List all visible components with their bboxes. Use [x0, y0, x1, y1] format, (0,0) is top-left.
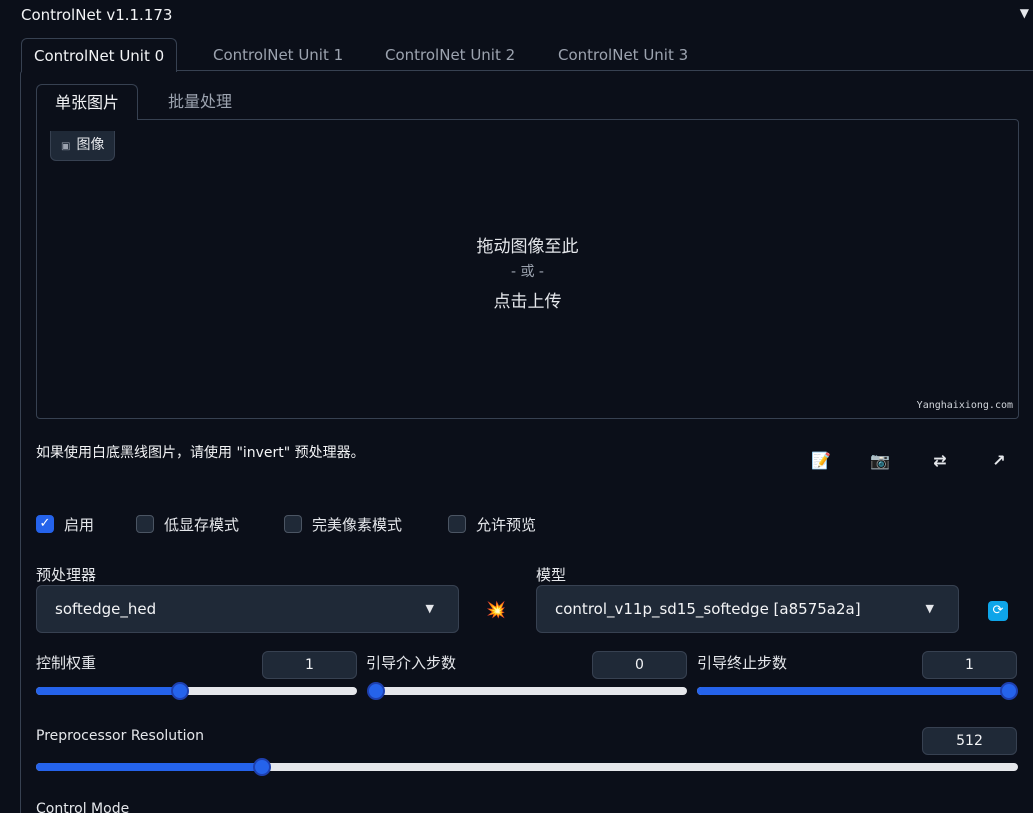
camera-icon[interactable]: 📷	[869, 450, 891, 472]
tab-single-image[interactable]: 单张图片	[36, 84, 139, 120]
checkbox-box[interactable]	[448, 515, 466, 533]
run-preprocessor-icon[interactable]: 💥	[486, 600, 506, 619]
tab-unit-3[interactable]: ControlNet Unit 3	[546, 38, 700, 72]
guidance-start-slider[interactable]	[367, 682, 687, 700]
guidance-end-label: 引导终止步数	[697, 654, 788, 672]
weight-slider[interactable]	[36, 682, 357, 700]
model-select[interactable]: control_v11p_sd15_softedge [a8575a2a] ▼	[536, 585, 959, 633]
guidance-end-input[interactable]: 1	[922, 651, 1017, 679]
tab-batch[interactable]: 批量处理	[150, 84, 250, 120]
tab-unit-0[interactable]: ControlNet Unit 0	[21, 38, 178, 72]
checkbox-box[interactable]	[136, 515, 154, 533]
send-arrow-icon[interactable]: ↗	[988, 450, 1010, 472]
chevron-down-icon: ▼	[425, 602, 434, 615]
resolution-label: Preprocessor Resolution	[36, 728, 204, 744]
checkbox-box[interactable]	[284, 515, 302, 533]
watermark: Yanghaixiong.com	[916, 400, 1013, 411]
tab-unit-2[interactable]: ControlNet Unit 2	[373, 38, 527, 72]
checkbox-lowvram[interactable]: 低显存模式	[136, 514, 239, 534]
check-icon[interactable]: ✓	[36, 515, 54, 533]
slider-thumb[interactable]	[367, 682, 385, 700]
resolution-input[interactable]: 512	[922, 727, 1017, 755]
triangle-down-icon[interactable]: ▼	[1020, 6, 1029, 20]
checkbox-enable[interactable]: ✓ 启用	[36, 514, 94, 534]
control-mode-label: Control Mode	[36, 801, 130, 813]
checkbox-lowvram-label: 低显存模式	[164, 515, 240, 534]
weight-input[interactable]: 1	[262, 651, 357, 679]
preprocessor-label: 预处理器	[36, 566, 97, 584]
guidance-end-slider[interactable]	[697, 682, 1018, 700]
model-label: 模型	[536, 566, 567, 584]
preprocessor-select[interactable]: softedge_hed ▼	[36, 585, 459, 633]
slider-fill	[697, 687, 1009, 695]
slider-thumb[interactable]	[1000, 682, 1018, 700]
drop-text: 拖动图像至此	[476, 237, 579, 257]
guidance-start-input[interactable]: 0	[592, 651, 687, 679]
drop-or-text: - 或 -	[510, 264, 544, 280]
click-upload-text[interactable]: 点击上传	[36, 287, 1019, 312]
panel-title[interactable]: ControlNet v1.1.173	[21, 6, 172, 24]
tab-unit-1[interactable]: ControlNet Unit 1	[201, 38, 355, 72]
weight-label: 控制权重	[36, 654, 97, 672]
notepad-icon[interactable]: 📝	[810, 450, 832, 472]
swap-icon[interactable]: ⇄	[929, 450, 951, 472]
checkbox-pixel-perfect[interactable]: 完美像素模式	[284, 514, 402, 534]
resolution-slider[interactable]	[36, 758, 1018, 776]
refresh-icon[interactable]: ⟳	[988, 601, 1008, 621]
invert-hint: 如果使用白底黑线图片，请使用 "invert" 预处理器。	[36, 445, 365, 461]
slider-fill	[36, 687, 181, 695]
slider-fill	[36, 763, 262, 771]
checkbox-allow-preview[interactable]: 允许预览	[448, 514, 536, 534]
guidance-start-label: 引导介入步数	[366, 654, 457, 672]
checkbox-pixel-perfect-label: 完美像素模式	[312, 515, 403, 534]
image-label: ▣ 图像	[50, 131, 116, 161]
preprocessor-value: softedge_hed	[55, 600, 157, 618]
slider-thumb[interactable]	[252, 758, 271, 776]
image-label-text: 图像	[76, 137, 105, 153]
checkbox-enable-label: 启用	[64, 515, 95, 534]
chevron-down-icon: ▼	[925, 602, 934, 615]
checkbox-allow-preview-label: 允许预览	[476, 515, 537, 534]
model-value: control_v11p_sd15_softedge [a8575a2a]	[555, 600, 861, 618]
image-icon: ▣	[61, 141, 71, 152]
